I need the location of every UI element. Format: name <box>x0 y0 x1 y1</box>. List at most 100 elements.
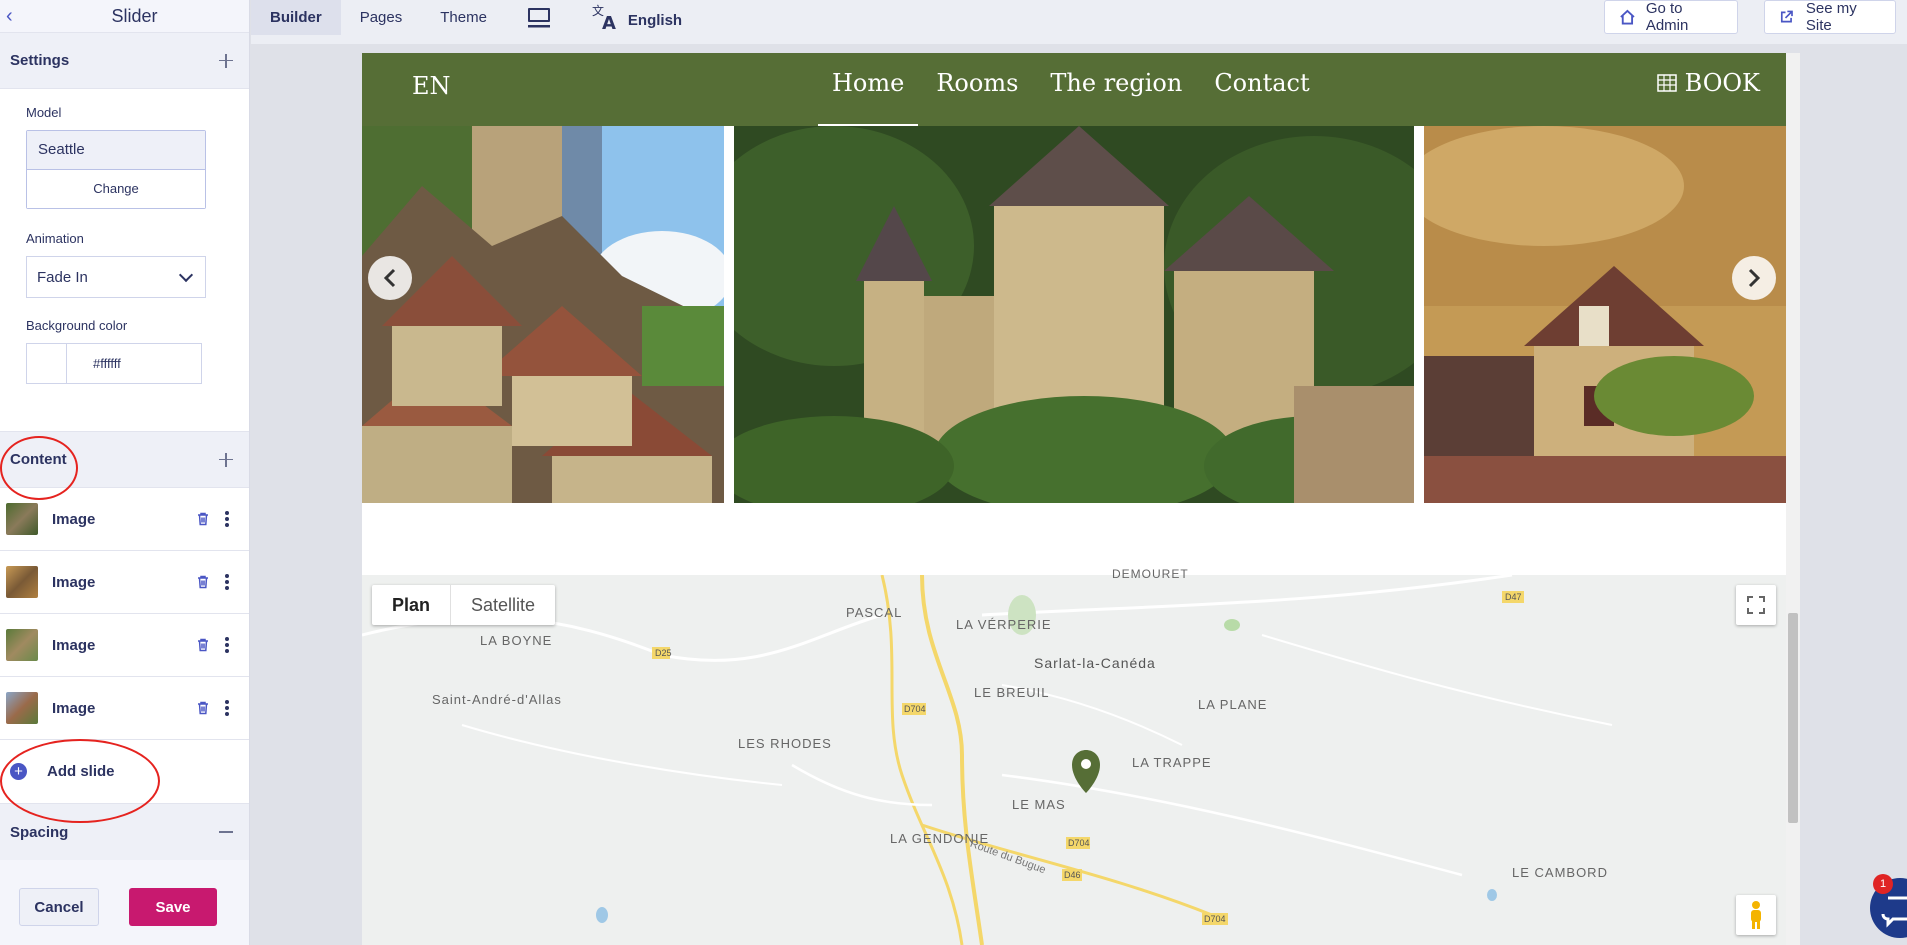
animation-select[interactable]: Fade In <box>26 256 206 298</box>
road-badge: D25 <box>655 648 672 658</box>
language-label: English <box>627 11 683 29</box>
color-hex-value[interactable]: #ffffff <box>67 356 121 371</box>
map-type-toggle: Plan Satellite <box>372 585 556 625</box>
map-place-label: LA TRAPPE <box>1132 755 1212 770</box>
go-to-admin-button[interactable]: Go to Admin <box>1604 0 1738 34</box>
animation-label: Animation <box>26 231 84 246</box>
spacing-heading: Spacing <box>10 823 69 841</box>
slide-image-village <box>362 126 724 503</box>
left-panel: ‹ Slider Settings Model Seattle Change A… <box>0 0 250 945</box>
slide-label: Image <box>52 510 96 528</box>
slide-thumbnail <box>6 566 38 598</box>
home-icon <box>1620 9 1635 25</box>
tab-theme[interactable]: Theme <box>421 0 506 35</box>
chevron-down-icon <box>178 267 194 282</box>
slide-image-castle <box>734 126 1414 503</box>
see-my-site-label: See my Site <box>1805 0 1857 34</box>
map-place-label: LA VÉRPERIE <box>956 617 1052 632</box>
trash-icon[interactable] <box>195 637 211 653</box>
settings-body: Model Seattle Change Animation Fade In B… <box>0 89 249 432</box>
trash-icon[interactable] <box>195 700 211 716</box>
settings-heading: Settings <box>10 52 70 69</box>
map-embed[interactable]: Plan Satellite DEMOURET PASCAL LA VÉRPER… <box>362 567 1786 945</box>
model-value[interactable]: Seattle <box>27 131 205 170</box>
spacing-section-header[interactable]: Spacing <box>0 804 249 860</box>
slide-thumbnail <box>6 629 38 661</box>
tab-pages[interactable]: Pages <box>341 0 422 35</box>
map-place-label: PASCAL <box>846 605 903 620</box>
slider-next-button[interactable] <box>1732 256 1776 300</box>
book-label: BOOK <box>1684 69 1760 97</box>
collapse-minus-icon[interactable] <box>219 825 233 839</box>
nav-home[interactable]: Home <box>817 53 919 126</box>
road-badge: D704 <box>904 704 926 714</box>
fullscreen-icon <box>1747 596 1765 614</box>
back-chevron-icon[interactable]: ‹ <box>6 5 13 28</box>
map-place-label: LE BREUIL <box>974 685 1050 700</box>
map-place-label: LE MAS <box>1012 797 1066 812</box>
map-place-label: DEMOURET <box>1112 567 1189 581</box>
see-my-site-button[interactable]: See my Site <box>1764 0 1896 34</box>
map-satellite-button[interactable]: Satellite <box>450 585 555 625</box>
slide-label: Image <box>52 573 96 591</box>
trash-icon[interactable] <box>195 511 211 527</box>
slide-image-cliff-house <box>1424 126 1786 503</box>
slide-label: Image <box>52 636 96 654</box>
nav-region[interactable]: The region <box>1050 53 1182 126</box>
more-options-icon[interactable] <box>225 700 229 716</box>
slide-item[interactable]: Image <box>0 614 249 677</box>
save-button[interactable]: Save <box>129 888 217 926</box>
slider-prev-button[interactable] <box>368 256 412 300</box>
content-section-header[interactable]: Content <box>0 432 249 488</box>
language-switcher[interactable]: 文 A English <box>592 3 682 31</box>
tab-builder[interactable]: Builder <box>251 0 341 35</box>
more-options-icon[interactable] <box>225 637 229 653</box>
road-badge: D704 <box>1068 838 1090 848</box>
add-slide-label: Add slide <box>47 763 115 780</box>
desktop-icon[interactable] <box>526 5 552 31</box>
panel-title: Slider <box>111 5 158 26</box>
road-badge: D46 <box>1064 870 1081 880</box>
image-slider <box>362 126 1786 503</box>
fullscreen-button[interactable] <box>1736 585 1776 625</box>
change-model-button[interactable]: Change <box>27 170 205 208</box>
site-nav-links: Home Rooms The region Contact <box>817 53 1342 126</box>
background-color-picker[interactable]: #ffffff <box>26 343 202 384</box>
site-language-link[interactable]: EN <box>412 72 451 100</box>
nav-rooms[interactable]: Rooms <box>936 53 1018 126</box>
cancel-button[interactable]: Cancel <box>19 888 99 926</box>
map-place-label: LA PLANE <box>1198 697 1268 712</box>
site-navbar: EN Home Rooms The region Contact BOOK <box>362 53 1786 126</box>
settings-section-header[interactable]: Settings <box>0 33 249 89</box>
slide-item[interactable]: Image <box>0 488 249 551</box>
map-place-label: LES RHODES <box>738 736 832 751</box>
external-link-icon <box>1780 10 1793 23</box>
add-slide-button[interactable]: + Add slide <box>0 740 249 804</box>
map-place-label: Saint-André-d'Allas <box>432 692 562 707</box>
model-picker: Seattle Change <box>26 130 206 209</box>
more-options-icon[interactable] <box>225 574 229 590</box>
slide-item[interactable]: Image <box>0 551 249 614</box>
slide-thumbnail <box>6 503 38 535</box>
nav-contact[interactable]: Contact <box>1214 53 1309 126</box>
map-place-label: Sarlat-la-Canéda <box>1034 655 1156 671</box>
road-badge: D47 <box>1505 592 1522 602</box>
slide-thumbnail <box>6 692 38 724</box>
trash-icon[interactable] <box>195 574 211 590</box>
map-place-label: LA BOYNE <box>480 633 553 648</box>
scrollbar-thumb[interactable] <box>1788 613 1798 823</box>
street-view-button[interactable] <box>1736 895 1776 935</box>
book-button[interactable]: BOOK <box>1656 69 1760 97</box>
svg-text:A: A <box>602 13 616 31</box>
more-options-icon[interactable] <box>225 511 229 527</box>
map-plan-button[interactable]: Plan <box>372 585 450 625</box>
slide-item[interactable]: Image <box>0 677 249 740</box>
add-content-plus-icon[interactable] <box>219 452 233 467</box>
slide-list: Image Image Image Image <box>0 488 249 740</box>
road-badge: D704 <box>1204 914 1226 924</box>
background-color-label: Background color <box>26 318 128 333</box>
preview-scrollbar[interactable] <box>1786 53 1800 945</box>
expand-plus-icon[interactable] <box>219 53 233 68</box>
color-swatch[interactable] <box>27 344 67 383</box>
calendar-grid-icon <box>1656 74 1677 92</box>
